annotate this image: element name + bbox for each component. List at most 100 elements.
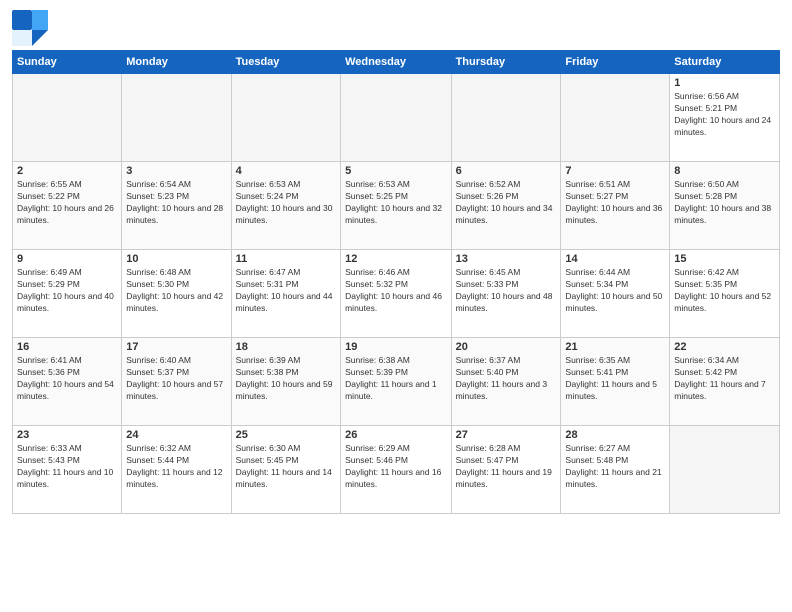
day-number: 20 xyxy=(456,341,557,353)
day-info: Sunrise: 6:40 AM Sunset: 5:37 PM Dayligh… xyxy=(126,355,226,403)
day-number: 23 xyxy=(17,429,117,441)
day-info: Sunrise: 6:55 AM Sunset: 5:22 PM Dayligh… xyxy=(17,179,117,227)
calendar-cell xyxy=(561,74,670,162)
calendar-cell: 2 Sunrise: 6:55 AM Sunset: 5:22 PM Daylig… xyxy=(13,162,122,250)
day-number: 22 xyxy=(674,341,775,353)
weekday-header-row: SundayMondayTuesdayWednesdayThursdayFrid… xyxy=(13,51,780,74)
day-number: 27 xyxy=(456,429,557,441)
day-number: 12 xyxy=(345,253,446,265)
calendar-cell: 9 Sunrise: 6:49 AM Sunset: 5:29 PM Daylig… xyxy=(13,250,122,338)
day-number: 10 xyxy=(126,253,226,265)
calendar-cell: 16 Sunrise: 6:41 AM Sunset: 5:36 PM Dayli… xyxy=(13,338,122,426)
day-number: 2 xyxy=(17,165,117,177)
day-number: 26 xyxy=(345,429,446,441)
calendar-cell: 22 Sunrise: 6:34 AM Sunset: 5:42 PM Dayli… xyxy=(670,338,780,426)
day-info: Sunrise: 6:35 AM Sunset: 5:41 PM Dayligh… xyxy=(565,355,665,403)
calendar-cell xyxy=(122,74,231,162)
weekday-header-monday: Monday xyxy=(122,51,231,74)
day-number: 4 xyxy=(236,165,336,177)
day-number: 5 xyxy=(345,165,446,177)
calendar-week-2: 9 Sunrise: 6:49 AM Sunset: 5:29 PM Daylig… xyxy=(13,250,780,338)
calendar-cell: 11Sunrise: 6:47 AM Sunset: 5:31 PM Dayli… xyxy=(231,250,340,338)
day-info: Sunrise: 6:27 AM Sunset: 5:48 PM Dayligh… xyxy=(565,443,665,491)
day-info: Sunrise: 6:51 AM Sunset: 5:27 PM Dayligh… xyxy=(565,179,665,227)
day-info: Sunrise: 6:33 AM Sunset: 5:43 PM Dayligh… xyxy=(17,443,117,491)
calendar-week-4: 23 Sunrise: 6:33 AM Sunset: 5:43 PM Dayli… xyxy=(13,426,780,514)
day-number: 14 xyxy=(565,253,665,265)
calendar-cell: 13 Sunrise: 6:45 AM Sunset: 5:33 PM Dayli… xyxy=(451,250,561,338)
weekday-header-saturday: Saturday xyxy=(670,51,780,74)
day-number: 17 xyxy=(126,341,226,353)
day-info: Sunrise: 6:39 AM Sunset: 5:38 PM Dayligh… xyxy=(236,355,336,403)
calendar-week-3: 16 Sunrise: 6:41 AM Sunset: 5:36 PM Dayli… xyxy=(13,338,780,426)
calendar-cell: 17 Sunrise: 6:40 AM Sunset: 5:37 PM Dayli… xyxy=(122,338,231,426)
calendar-cell: 10 Sunrise: 6:48 AM Sunset: 5:30 PM Dayli… xyxy=(122,250,231,338)
calendar-cell xyxy=(341,74,451,162)
day-info: Sunrise: 6:30 AM Sunset: 5:45 PM Dayligh… xyxy=(236,443,336,491)
day-info: Sunrise: 6:50 AM Sunset: 5:28 PM Dayligh… xyxy=(674,179,775,227)
weekday-header-sunday: Sunday xyxy=(13,51,122,74)
calendar-cell xyxy=(670,426,780,514)
weekday-header-tuesday: Tuesday xyxy=(231,51,340,74)
calendar-cell: 4Sunrise: 6:53 AM Sunset: 5:24 PM Daylig… xyxy=(231,162,340,250)
day-number: 3 xyxy=(126,165,226,177)
day-info: Sunrise: 6:38 AM Sunset: 5:39 PM Dayligh… xyxy=(345,355,446,403)
day-number: 9 xyxy=(17,253,117,265)
day-info: Sunrise: 6:56 AM Sunset: 5:21 PM Dayligh… xyxy=(674,91,775,139)
calendar-cell: 3 Sunrise: 6:54 AM Sunset: 5:23 PM Daylig… xyxy=(122,162,231,250)
day-number: 21 xyxy=(565,341,665,353)
day-info: Sunrise: 6:28 AM Sunset: 5:47 PM Dayligh… xyxy=(456,443,557,491)
day-info: Sunrise: 6:52 AM Sunset: 5:26 PM Dayligh… xyxy=(456,179,557,227)
day-info: Sunrise: 6:49 AM Sunset: 5:29 PM Dayligh… xyxy=(17,267,117,315)
day-info: Sunrise: 6:42 AM Sunset: 5:35 PM Dayligh… xyxy=(674,267,775,315)
calendar-cell: 19 Sunrise: 6:38 AM Sunset: 5:39 PM Dayli… xyxy=(341,338,451,426)
calendar-cell xyxy=(451,74,561,162)
calendar-week-1: 2 Sunrise: 6:55 AM Sunset: 5:22 PM Daylig… xyxy=(13,162,780,250)
day-info: Sunrise: 6:32 AM Sunset: 5:44 PM Dayligh… xyxy=(126,443,226,491)
day-info: Sunrise: 6:54 AM Sunset: 5:23 PM Dayligh… xyxy=(126,179,226,227)
day-number: 8 xyxy=(674,165,775,177)
calendar-cell: 15Sunrise: 6:42 AM Sunset: 5:35 PM Dayli… xyxy=(670,250,780,338)
day-number: 25 xyxy=(236,429,336,441)
day-info: Sunrise: 6:34 AM Sunset: 5:42 PM Dayligh… xyxy=(674,355,775,403)
day-info: Sunrise: 6:46 AM Sunset: 5:32 PM Dayligh… xyxy=(345,267,446,315)
header xyxy=(12,10,780,46)
day-info: Sunrise: 6:41 AM Sunset: 5:36 PM Dayligh… xyxy=(17,355,117,403)
day-info: Sunrise: 6:29 AM Sunset: 5:46 PM Dayligh… xyxy=(345,443,446,491)
day-number: 1 xyxy=(674,77,775,89)
day-number: 19 xyxy=(345,341,446,353)
calendar-cell: 23 Sunrise: 6:33 AM Sunset: 5:43 PM Dayli… xyxy=(13,426,122,514)
calendar-cell: 21 Sunrise: 6:35 AM Sunset: 5:41 PM Dayli… xyxy=(561,338,670,426)
calendar-cell: 14 Sunrise: 6:44 AM Sunset: 5:34 PM Dayli… xyxy=(561,250,670,338)
calendar-cell: 27 Sunrise: 6:28 AM Sunset: 5:47 PM Dayli… xyxy=(451,426,561,514)
calendar-cell: 24Sunrise: 6:32 AM Sunset: 5:44 PM Dayli… xyxy=(122,426,231,514)
calendar-cell: 8 Sunrise: 6:50 AM Sunset: 5:28 PM Daylig… xyxy=(670,162,780,250)
calendar-cell: 26 Sunrise: 6:29 AM Sunset: 5:46 PM Dayli… xyxy=(341,426,451,514)
calendar-cell xyxy=(13,74,122,162)
day-info: Sunrise: 6:45 AM Sunset: 5:33 PM Dayligh… xyxy=(456,267,557,315)
calendar-cell: 1 Sunrise: 6:56 AM Sunset: 5:21 PM Daylig… xyxy=(670,74,780,162)
calendar-cell: 12 Sunrise: 6:46 AM Sunset: 5:32 PM Dayli… xyxy=(341,250,451,338)
day-info: Sunrise: 6:44 AM Sunset: 5:34 PM Dayligh… xyxy=(565,267,665,315)
calendar-table: SundayMondayTuesdayWednesdayThursdayFrid… xyxy=(12,50,780,514)
calendar-cell: 5Sunrise: 6:53 AM Sunset: 5:25 PM Daylig… xyxy=(341,162,451,250)
logo xyxy=(12,10,52,46)
day-number: 6 xyxy=(456,165,557,177)
day-number: 16 xyxy=(17,341,117,353)
day-info: Sunrise: 6:37 AM Sunset: 5:40 PM Dayligh… xyxy=(456,355,557,403)
calendar-cell: 7 Sunrise: 6:51 AM Sunset: 5:27 PM Daylig… xyxy=(561,162,670,250)
day-number: 13 xyxy=(456,253,557,265)
weekday-header-thursday: Thursday xyxy=(451,51,561,74)
calendar-cell: 18 Sunrise: 6:39 AM Sunset: 5:38 PM Dayli… xyxy=(231,338,340,426)
page-container: SundayMondayTuesdayWednesdayThursdayFrid… xyxy=(0,0,792,524)
day-number: 11 xyxy=(236,253,336,265)
day-number: 18 xyxy=(236,341,336,353)
calendar-week-0: 1 Sunrise: 6:56 AM Sunset: 5:21 PM Daylig… xyxy=(13,74,780,162)
day-info: Sunrise: 6:48 AM Sunset: 5:30 PM Dayligh… xyxy=(126,267,226,315)
logo-icon xyxy=(12,10,48,46)
weekday-header-wednesday: Wednesday xyxy=(341,51,451,74)
day-number: 7 xyxy=(565,165,665,177)
day-number: 28 xyxy=(565,429,665,441)
calendar-cell: 20 Sunrise: 6:37 AM Sunset: 5:40 PM Dayli… xyxy=(451,338,561,426)
weekday-header-friday: Friday xyxy=(561,51,670,74)
